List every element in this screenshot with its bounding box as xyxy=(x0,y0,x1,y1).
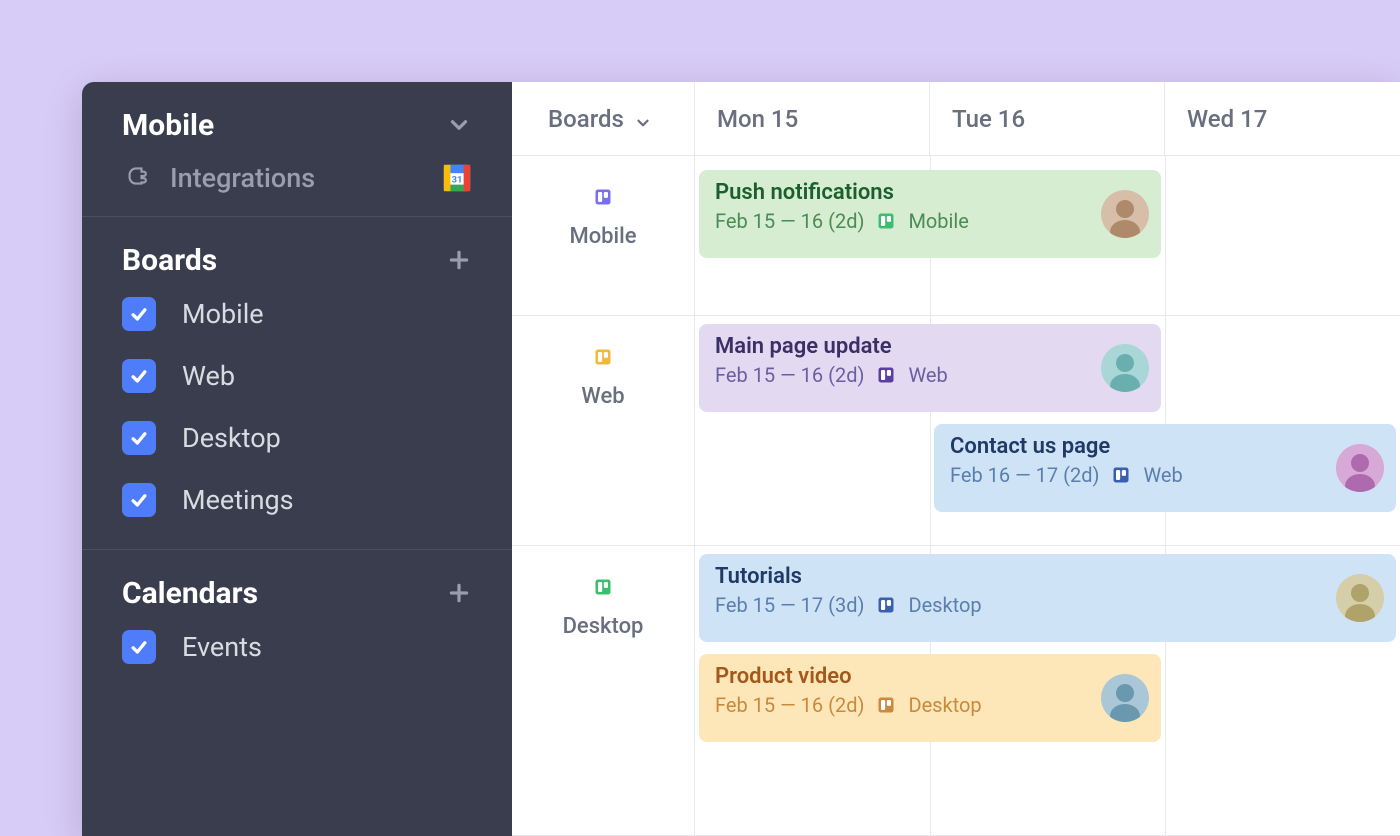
lane-label: Web xyxy=(512,316,694,546)
trello-icon xyxy=(586,570,620,604)
task-meta: Feb 15 — 17 (3d) Desktop xyxy=(715,593,1380,617)
trello-icon xyxy=(876,695,896,715)
boards-dropdown[interactable]: Boards xyxy=(512,82,695,155)
day-header-label: Tue 16 xyxy=(952,105,1025,133)
day-header: Mon 15 xyxy=(695,82,930,155)
add-calendar-icon[interactable] xyxy=(446,580,472,606)
trello-icon xyxy=(1111,465,1131,485)
workspace-section: Mobile Integrations 31 xyxy=(82,82,512,217)
trello-icon xyxy=(876,211,896,231)
svg-text:31: 31 xyxy=(452,175,463,186)
task-dates: Feb 15 — 16 (2d) xyxy=(715,693,864,717)
task-board-name: Desktop xyxy=(908,693,981,717)
calendar-body: Mobile Web Desktop Push notifications Fe… xyxy=(512,156,1400,836)
lane-label: Desktop xyxy=(512,546,694,836)
task-dates: Feb 15 — 16 (2d) xyxy=(715,209,864,233)
task-dates: Feb 15 — 17 (3d) xyxy=(715,593,864,617)
board-item-label: Desktop xyxy=(182,422,281,454)
avatar xyxy=(1336,444,1384,492)
integrations-label: Integrations xyxy=(170,162,420,194)
task-meta: Feb 15 — 16 (2d) Web xyxy=(715,363,1145,387)
boards-title: Boards xyxy=(122,243,217,278)
app-window: Mobile Integrations 31 Boards xyxy=(82,82,1400,836)
calendar-item-label: Events xyxy=(182,631,262,663)
lanes-column: Mobile Web Desktop xyxy=(512,156,695,836)
task-board-name: Desktop xyxy=(908,593,981,617)
trello-icon xyxy=(876,595,896,615)
task-dates: Feb 15 — 16 (2d) xyxy=(715,363,864,387)
trello-icon xyxy=(586,340,620,374)
task-meta: Feb 16 — 17 (2d) Web xyxy=(950,463,1380,487)
board-item[interactable]: Desktop xyxy=(82,407,512,469)
avatar xyxy=(1101,344,1149,392)
boards-header: Boards xyxy=(82,237,512,283)
integrations-row[interactable]: Integrations 31 xyxy=(82,148,512,198)
checkbox-checked-icon[interactable] xyxy=(122,297,156,331)
tracks-area: Push notifications Feb 15 — 16 (2d) Mobi… xyxy=(695,156,1400,836)
lane-name: Desktop xyxy=(563,614,644,639)
board-item-label: Web xyxy=(182,360,235,392)
task-meta: Feb 15 — 16 (2d) Desktop xyxy=(715,693,1145,717)
avatar xyxy=(1336,574,1384,622)
task-meta: Feb 15 — 16 (2d) Mobile xyxy=(715,209,1145,233)
lane-name: Web xyxy=(581,384,624,409)
chevron-down-icon[interactable] xyxy=(446,112,472,138)
checkbox-checked-icon[interactable] xyxy=(122,483,156,517)
day-header: Wed 17 xyxy=(1165,82,1400,155)
calendars-header: Calendars xyxy=(82,570,512,616)
calendars-section: Calendars Events xyxy=(82,550,512,696)
task-card[interactable]: Tutorials Feb 15 — 17 (3d) Desktop xyxy=(699,554,1396,642)
task-title: Contact us page xyxy=(950,434,1380,459)
day-header-label: Wed 17 xyxy=(1187,105,1267,133)
workspace-title: Mobile xyxy=(122,108,214,143)
task-board-name: Web xyxy=(1143,463,1182,487)
day-header: Tue 16 xyxy=(930,82,1165,155)
board-item-label: Mobile xyxy=(182,298,264,330)
chevron-down-icon xyxy=(634,110,652,128)
task-title: Main page update xyxy=(715,334,1145,359)
task-board-name: Web xyxy=(908,363,947,387)
boards-dropdown-label: Boards xyxy=(548,105,624,133)
avatar xyxy=(1101,674,1149,722)
task-title: Push notifications xyxy=(715,180,1145,205)
boards-section: Boards Mobile Web Desktop Meetings xyxy=(82,217,512,550)
board-item[interactable]: Meetings xyxy=(82,469,512,531)
board-item[interactable]: Mobile xyxy=(82,283,512,345)
task-card[interactable]: Contact us page Feb 16 — 17 (2d) Web xyxy=(934,424,1396,512)
task-title: Tutorials xyxy=(715,564,1380,589)
checkbox-checked-icon[interactable] xyxy=(122,630,156,664)
task-card[interactable]: Product video Feb 15 — 16 (2d) Desktop xyxy=(699,654,1161,742)
plugin-icon xyxy=(122,163,148,193)
checkbox-checked-icon[interactable] xyxy=(122,421,156,455)
task-title: Product video xyxy=(715,664,1145,689)
task-card[interactable]: Main page update Feb 15 — 16 (2d) Web xyxy=(699,324,1161,412)
lane-name: Mobile xyxy=(569,224,636,249)
lane-label: Mobile xyxy=(512,156,694,316)
task-board-name: Mobile xyxy=(908,209,968,233)
workspace-header[interactable]: Mobile xyxy=(82,102,512,148)
task-dates: Feb 16 — 17 (2d) xyxy=(950,463,1099,487)
calendar-header: Boards Mon 15 Tue 16 Wed 17 xyxy=(512,82,1400,156)
trello-icon xyxy=(876,365,896,385)
trello-icon xyxy=(586,180,620,214)
task-card[interactable]: Push notifications Feb 15 — 16 (2d) Mobi… xyxy=(699,170,1161,258)
day-header-label: Mon 15 xyxy=(717,105,798,133)
google-calendar-icon: 31 xyxy=(442,163,472,193)
calendar-item[interactable]: Events xyxy=(82,616,512,678)
calendars-title: Calendars xyxy=(122,576,258,611)
avatar xyxy=(1101,190,1149,238)
checkbox-checked-icon[interactable] xyxy=(122,359,156,393)
board-item-label: Meetings xyxy=(182,484,294,516)
sidebar: Mobile Integrations 31 Boards xyxy=(82,82,512,836)
calendar-view: Boards Mon 15 Tue 16 Wed 17 Mobile Web Des… xyxy=(512,82,1400,836)
add-board-icon[interactable] xyxy=(446,247,472,273)
board-item[interactable]: Web xyxy=(82,345,512,407)
